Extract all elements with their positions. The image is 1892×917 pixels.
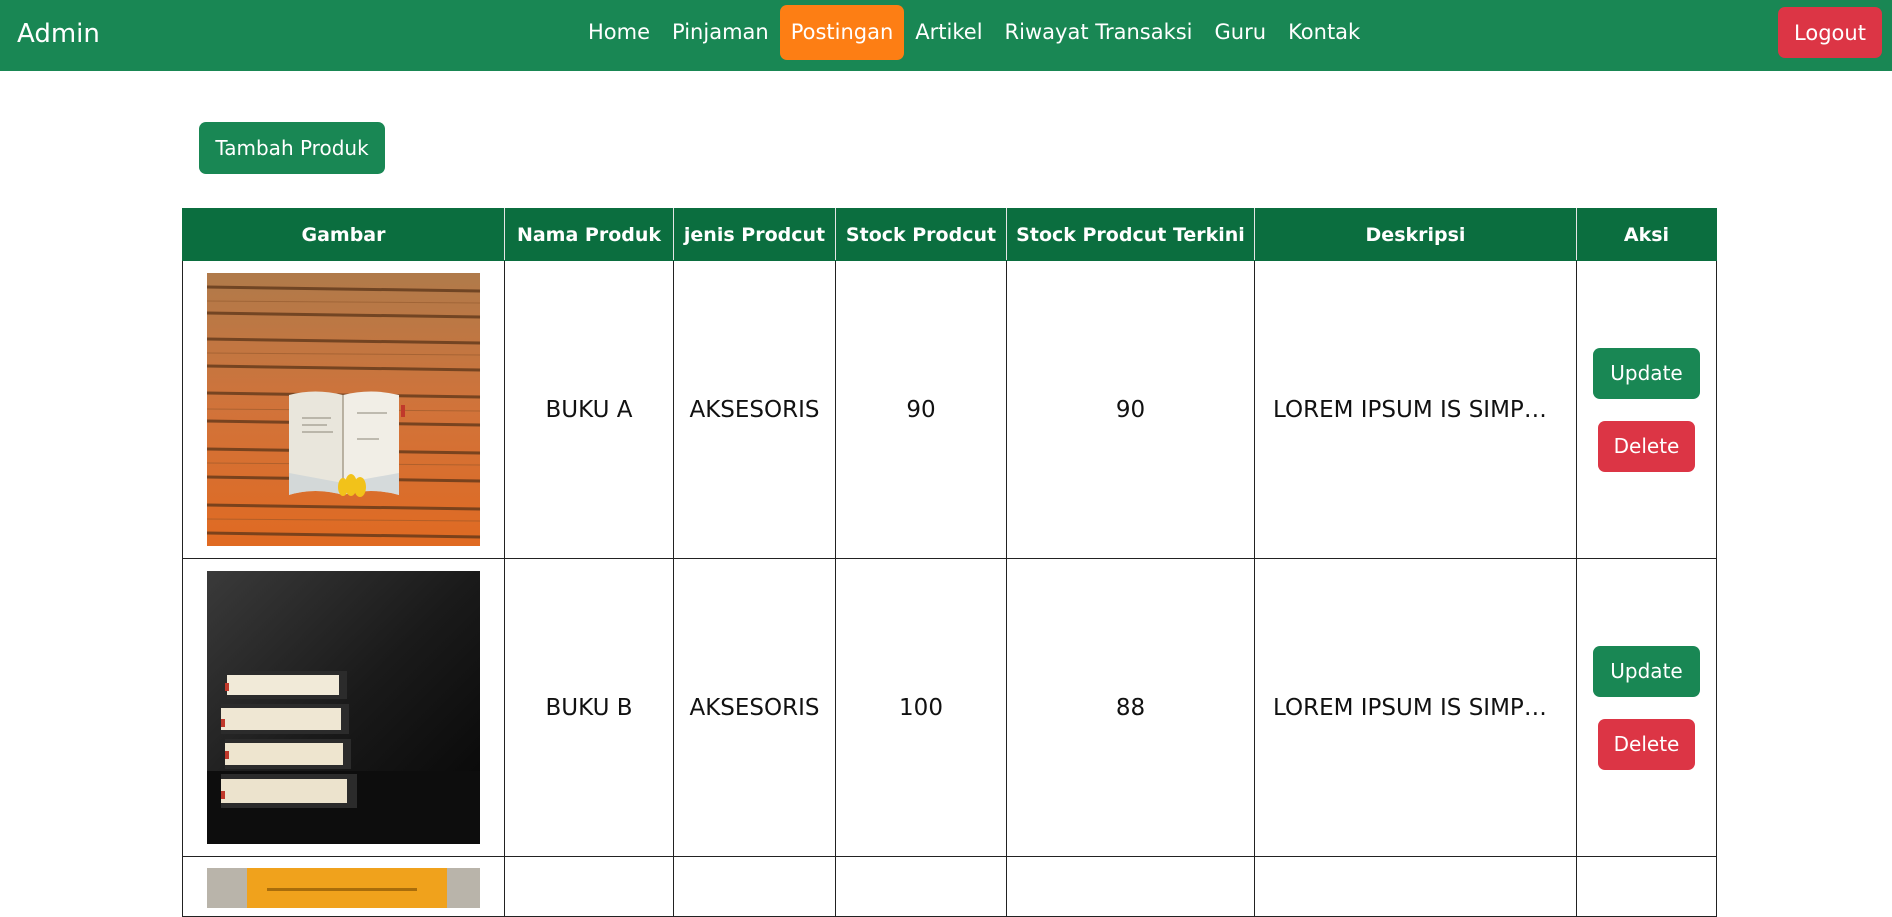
- nav-item-pinjaman[interactable]: Pinjaman: [661, 5, 780, 60]
- cell-product-name: BUKU B: [504, 558, 674, 857]
- cell-actions: Update Delete: [1576, 260, 1717, 559]
- cell-product-type: [673, 856, 836, 917]
- update-button[interactable]: Update: [1593, 645, 1700, 697]
- nav-item-artikel[interactable]: Artikel: [904, 5, 993, 60]
- nav-item-guru[interactable]: Guru: [1204, 5, 1278, 60]
- top-navbar: Admin Home Pinjaman Postingan Artikel Ri…: [0, 0, 1892, 71]
- cell-product-name: [504, 856, 674, 917]
- update-button[interactable]: Update: [1593, 347, 1700, 399]
- column-header-stock-terkini: Stock Prodcut Terkini: [1006, 208, 1255, 261]
- column-header-aksi: Aksi: [1576, 208, 1717, 261]
- product-image-open-book: [207, 273, 480, 546]
- delete-button[interactable]: Delete: [1598, 718, 1695, 770]
- cell-description: LOREM IPSUM IS SIMPL...: [1254, 558, 1577, 857]
- column-header-stock: Stock Prodcut: [835, 208, 1007, 261]
- logout-button[interactable]: Logout: [1778, 7, 1882, 58]
- nav-item-postingan[interactable]: Postingan: [779, 5, 905, 60]
- cell-description: LOREM IPSUM IS SIMPL...: [1254, 260, 1577, 559]
- cell-stock-current: 90: [1006, 260, 1255, 559]
- nav-item-riwayat-transaksi[interactable]: Riwayat Transaksi: [994, 5, 1204, 60]
- nav-item-home[interactable]: Home: [577, 5, 661, 60]
- cell-product-name: BUKU A: [504, 260, 674, 559]
- table-row: BUKU A AKSESORIS 90 90 LOREM IPSUM IS SI…: [182, 260, 1717, 559]
- cell-stock: 90: [835, 260, 1007, 559]
- cell-stock: [835, 856, 1007, 917]
- product-image-book-stack: [207, 571, 480, 844]
- add-product-button[interactable]: Tambah Produk: [199, 122, 385, 174]
- table-row: [182, 856, 1717, 917]
- description-text: LOREM IPSUM IS SIMPL...: [1273, 694, 1559, 721]
- product-image-book-cover: [207, 868, 480, 908]
- brand-logo[interactable]: Admin: [17, 0, 100, 71]
- cell-image: [182, 558, 505, 857]
- cell-image: [182, 856, 505, 917]
- column-header-deskripsi: Deskripsi: [1254, 208, 1577, 261]
- cell-stock: 100: [835, 558, 1007, 857]
- cell-product-type: AKSESORIS: [673, 558, 836, 857]
- nav-menu: Home Pinjaman Postingan Artikel Riwayat …: [577, 5, 1371, 60]
- table-row: BUKU B AKSESORIS 100 88 LOREM IPSUM IS S…: [182, 558, 1717, 857]
- cell-description: [1254, 856, 1577, 917]
- column-header-jenis-produk: jenis Prodcut: [673, 208, 836, 261]
- column-header-gambar: Gambar: [182, 208, 505, 261]
- product-table: Gambar Nama Produk jenis Prodcut Stock P…: [182, 208, 1717, 917]
- cell-actions: Update Delete: [1576, 558, 1717, 857]
- cell-actions: [1576, 856, 1717, 917]
- cell-stock-current: [1006, 856, 1255, 917]
- nav-item-kontak[interactable]: Kontak: [1277, 5, 1371, 60]
- delete-button[interactable]: Delete: [1598, 420, 1695, 472]
- cell-stock-current: 88: [1006, 558, 1255, 857]
- table-header-row: Gambar Nama Produk jenis Prodcut Stock P…: [182, 208, 1717, 261]
- cell-image: [182, 260, 505, 559]
- cell-product-type: AKSESORIS: [673, 260, 836, 559]
- description-text: LOREM IPSUM IS SIMPL...: [1273, 396, 1559, 423]
- column-header-nama-produk: Nama Produk: [504, 208, 674, 261]
